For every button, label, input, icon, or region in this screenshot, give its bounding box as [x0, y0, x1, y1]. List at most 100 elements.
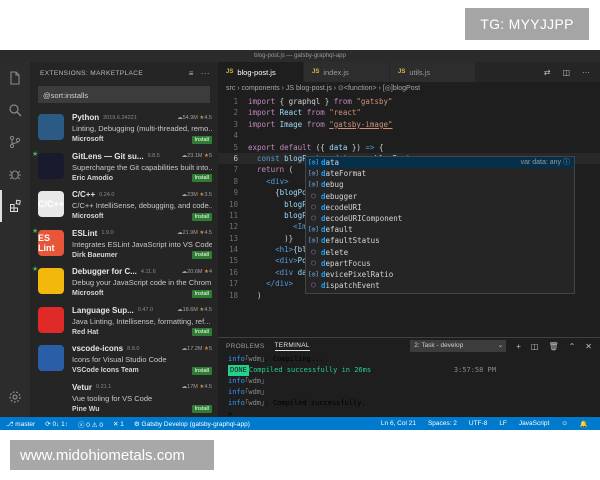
extension-version: 1.9.0 — [101, 230, 114, 236]
extension-item[interactable]: ★ GitLens — Git su... 9.8.5 ☁23.1M ★5 Su… — [30, 148, 218, 187]
code-line[interactable]: 5 export default ({ data }) => { — [218, 142, 600, 153]
extension-item[interactable]: Vetur 0.21.1 ☁17M ★4.5 Vue tooling for V… — [30, 379, 218, 418]
extension-item[interactable]: Language Sup... 0.47.0 ☁18.6M ★4.5 Java … — [30, 302, 218, 341]
extensions-search-input[interactable]: @sort:installs — [38, 86, 210, 103]
terminal-output[interactable]: info ｢wdm｣: Compiling... DONE Compiled su… — [218, 354, 600, 420]
line-number: 19 — [218, 301, 248, 303]
split-terminal-icon[interactable]: ◫ — [531, 342, 539, 351]
chevron-up-icon[interactable]: ⌃ — [569, 342, 576, 351]
suggestion-item[interactable]: [◎] d ateFormat — [306, 168, 574, 179]
trash-icon[interactable]: 🗑 — [548, 342, 558, 351]
breadcrumb[interactable]: src › components › JS blog-post.js › ⊙<f… — [218, 82, 600, 96]
bell-icon[interactable]: 🔔 — [580, 420, 588, 428]
install-button[interactable]: Install — [191, 289, 212, 298]
suggestion-item[interactable]: ⬡ d ebugger — [306, 191, 574, 202]
gear-icon[interactable] — [0, 381, 30, 413]
tab-problems[interactable]: PROBLEMS — [226, 343, 265, 350]
extension-item[interactable]: ★ Debugger for C... 4.11.6 ☁20.6M ★4 Deb… — [30, 263, 218, 302]
line-number: 4 — [233, 131, 238, 141]
compare-changes-icon[interactable]: ⇄ — [544, 68, 551, 77]
download-count: 23M — [187, 191, 198, 198]
encoding-status[interactable]: UTF-8 — [469, 420, 487, 427]
eol-status[interactable]: LF — [499, 420, 507, 427]
line-number: 15 — [228, 256, 238, 266]
install-button[interactable]: Install — [191, 366, 212, 375]
search-icon[interactable] — [0, 94, 30, 126]
suggestion-item[interactable]: ⬡ d ispatchEvent — [306, 280, 574, 291]
suggestion-item[interactable]: ⬡ d ecodeURIComponent — [306, 213, 574, 224]
tab-terminal[interactable]: TERMINAL — [274, 342, 310, 351]
sync-status[interactable]: ⟳ 0↓ 1↑ — [45, 420, 68, 428]
task-status[interactable]: ⚙ Gatsby Develop (gatsby-graphql-app) — [134, 420, 250, 428]
watermark-bottom-left: www.midohiometals.com — [10, 440, 214, 470]
extensions-icon[interactable] — [0, 190, 30, 222]
terminal-line: info ｢wdm｣: Compiled successfully. — [228, 399, 366, 407]
warning-count: 0 — [99, 421, 103, 429]
code-text: ) — [248, 290, 262, 300]
extension-stats: ☁17.2M ★5 — [181, 345, 212, 352]
problems-status[interactable]: ⓧ 0 ⚠ 0 — [78, 419, 103, 429]
extension-name: C/C++ — [72, 190, 96, 199]
indentation-status[interactable]: Spaces: 2 — [428, 420, 457, 427]
more-actions-icon[interactable]: ··· — [582, 68, 590, 77]
suggestion-rest: evicePixelRatio — [325, 269, 394, 279]
extension-name: ESLint — [72, 228, 98, 238]
close-icon[interactable]: ✕ — [585, 342, 592, 351]
feedback-icon[interactable]: ☺ — [561, 420, 568, 427]
files-icon[interactable] — [0, 62, 30, 94]
install-button[interactable]: Install — [191, 174, 212, 182]
suggestion-item[interactable]: ⬡ d ecodeURI — [306, 202, 574, 213]
extensions-list: Python 2019.6.24221 ☁54.9M ★4.5 Linting,… — [30, 109, 218, 417]
tab-utils[interactable]: JS utils.js — [390, 62, 476, 82]
code-line[interactable]: 4 — [218, 130, 600, 141]
line-number: 9 — [233, 188, 238, 198]
suggestion-item[interactable]: [◎] d ata var data: any ⓘ — [306, 157, 574, 169]
suggestion-item[interactable]: [◎] d efaultStatus — [306, 235, 574, 246]
code-line[interactable]: 2 import React from "react" — [218, 107, 600, 118]
rating-value: 4.5 — [204, 307, 212, 313]
suggestion-rest: elete — [325, 247, 349, 257]
extension-stats: ☁18.6M ★4.5 — [177, 307, 212, 313]
terminal-line: info ｢wdm｣: Compiling... — [228, 355, 324, 363]
code-line[interactable]: 1 import { graphql } from "gatsby" — [218, 96, 600, 107]
line-number: 2 — [233, 108, 238, 118]
suggestion-item[interactable]: [◎] d evicePixelRatio — [306, 269, 574, 280]
language-mode[interactable]: JavaScript — [519, 420, 549, 427]
install-button[interactable]: Install — [191, 135, 212, 144]
extension-item[interactable]: C/C++ C/C++ 0.24.0 ☁23M ★3.5 C/C++ Intel… — [30, 186, 218, 225]
extension-item[interactable]: Python 2019.6.24221 ☁54.9M ★4.5 Linting,… — [30, 109, 218, 148]
add-terminal-icon[interactable]: + — [516, 342, 521, 351]
code-line[interactable]: 3 import Image from "gatsby-image" — [218, 119, 600, 130]
split-editor-icon[interactable]: ◫ — [562, 68, 570, 77]
suggestion-item[interactable]: [◎] d ebug — [306, 179, 574, 190]
install-button[interactable]: Install — [191, 405, 212, 413]
cursor-position[interactable]: Ln 6, Col 21 — [381, 420, 416, 427]
clear-extensions-icon[interactable]: ≡ — [189, 69, 194, 78]
terminal-select[interactable]: 2: Task - develop ⌄ — [410, 340, 507, 352]
extension-name: Debugger for C... — [72, 267, 137, 276]
tab-index[interactable]: JS index.js — [304, 62, 390, 82]
terminal-text: Compiled successfully in 26ms — [248, 366, 372, 374]
code-line[interactable]: 19} — [218, 301, 600, 303]
tools-status[interactable]: ✕ 1 — [113, 420, 124, 428]
suggestion-item[interactable]: ⬡ d elete — [306, 247, 574, 258]
install-button[interactable]: Install — [191, 212, 212, 221]
code-editor[interactable]: 1 import { graphql } from "gatsby" 2 import… — [218, 96, 600, 303]
debug-icon[interactable] — [0, 158, 30, 190]
extension-item[interactable]: ★ ES Lint ESLint 1.9.0 ☁21.9M ★4.5 Integ… — [30, 225, 218, 264]
tab-blog-post[interactable]: JS blog-post.js — [218, 62, 304, 82]
method-icon: ⬡ — [310, 248, 317, 256]
install-button[interactable]: Install — [191, 328, 212, 336]
line-number: 5 — [233, 142, 238, 152]
line-number: 17 — [228, 279, 238, 289]
suggestion-item[interactable]: ⬡ d epartFocus — [306, 258, 574, 269]
suggestion-rest: ebug — [325, 180, 344, 190]
branch-status[interactable]: ⎇ master — [6, 420, 35, 428]
more-actions-icon[interactable]: ··· — [201, 69, 210, 78]
suggestion-rest: efault — [325, 225, 353, 235]
suggestion-item[interactable]: [◎] d efault — [306, 224, 574, 235]
variable-icon: [◎] — [308, 270, 319, 278]
extension-item[interactable]: vscode-icons 8.8.0 ☁17.2M ★5 Icons for V… — [30, 340, 218, 379]
install-button[interactable]: Install — [191, 251, 212, 259]
source-control-icon[interactable] — [0, 126, 30, 158]
